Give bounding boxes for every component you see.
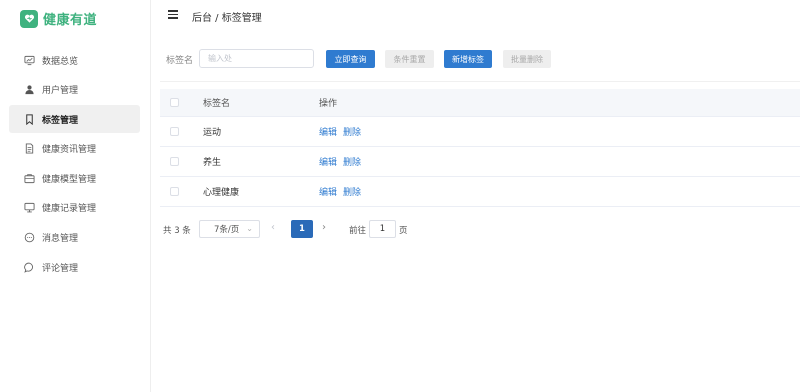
sidebar-item-comments[interactable]: 评论管理 bbox=[9, 253, 140, 281]
monitor-icon bbox=[23, 202, 35, 214]
delete-link[interactable]: 删除 bbox=[343, 188, 361, 198]
chevron-left-icon[interactable]: ‹ bbox=[271, 222, 275, 233]
column-header-actions: 操作 bbox=[319, 99, 338, 109]
sidebar-item-label: 健康模型管理 bbox=[42, 174, 97, 185]
sidebar-item-health-news[interactable]: 健康资讯管理 bbox=[9, 135, 140, 163]
user-icon bbox=[23, 84, 35, 96]
page-unit-label: 页 bbox=[399, 226, 408, 236]
edit-link[interactable]: 编辑 bbox=[319, 158, 337, 168]
sidebar-item-health-records[interactable]: 健康记录管理 bbox=[9, 194, 140, 222]
sidebar-item-label: 消息管理 bbox=[42, 234, 79, 245]
sidebar-item-label: 标签管理 bbox=[42, 115, 79, 126]
app-root: 健康有道 数据总览 用户管理 标签管理 健康资讯管理 健康模型管理 健康记录管理… bbox=[0, 0, 800, 392]
sidebar-item-tags[interactable]: 标签管理 bbox=[9, 105, 140, 134]
column-header-tag-name: 标签名 bbox=[203, 99, 231, 109]
breadcrumb: 后台 / 标签管理 bbox=[192, 13, 262, 24]
page-number-current[interactable]: 1 bbox=[291, 220, 313, 238]
sidebar-item-label: 健康记录管理 bbox=[42, 204, 97, 215]
message-dots-icon bbox=[23, 232, 35, 244]
monitor-chart-icon bbox=[23, 54, 35, 66]
table-row: 心理健康 编辑 删除 bbox=[160, 177, 800, 207]
sidebar: 健康有道 数据总览 用户管理 标签管理 健康资讯管理 健康模型管理 健康记录管理… bbox=[0, 0, 151, 392]
batch-delete-button[interactable]: 批量删除 bbox=[503, 50, 551, 68]
chevron-down-icon: ⌄ bbox=[246, 224, 253, 233]
sidebar-item-health-models[interactable]: 健康模型管理 bbox=[9, 164, 140, 192]
tag-name-label: 标签名 bbox=[166, 56, 194, 66]
delete-link[interactable]: 删除 bbox=[343, 128, 361, 138]
actions-cell: 编辑 删除 bbox=[319, 185, 367, 198]
logo: 健康有道 bbox=[20, 9, 97, 28]
sidebar-item-label: 评论管理 bbox=[42, 263, 79, 274]
edit-link[interactable]: 编辑 bbox=[319, 188, 337, 198]
sidebar-item-users[interactable]: 用户管理 bbox=[9, 76, 140, 104]
row-checkbox[interactable] bbox=[170, 127, 179, 136]
heart-shield-icon bbox=[20, 9, 38, 28]
table-row: 运动 编辑 删除 bbox=[160, 117, 800, 147]
tag-table: 标签名 操作 运动 编辑 删除 养生 编辑 删除 心理健康 编辑 删除 bbox=[160, 89, 800, 207]
goto-page-input[interactable] bbox=[369, 220, 396, 238]
folder-icon bbox=[23, 172, 35, 184]
table-row: 养生 编辑 删除 bbox=[160, 147, 800, 177]
bookmark-icon bbox=[23, 113, 35, 125]
edit-link[interactable]: 编辑 bbox=[319, 128, 337, 138]
tag-name-cell: 心理健康 bbox=[203, 188, 240, 198]
row-checkbox[interactable] bbox=[170, 187, 179, 196]
delete-link[interactable]: 删除 bbox=[343, 158, 361, 168]
sidebar-item-label: 健康资讯管理 bbox=[42, 145, 97, 156]
page-size-select[interactable]: 7条/页 ⌄ bbox=[199, 220, 260, 238]
sidebar-item-overview[interactable]: 数据总览 bbox=[9, 46, 140, 74]
query-button[interactable]: 立即查询 bbox=[326, 50, 375, 68]
reset-button[interactable]: 条件重置 bbox=[385, 50, 434, 68]
page-size-value: 7条/页 bbox=[214, 225, 240, 235]
select-all-checkbox[interactable] bbox=[170, 98, 179, 107]
tag-name-input[interactable] bbox=[199, 49, 314, 68]
document-icon bbox=[23, 143, 35, 155]
add-tag-button[interactable]: 新增标签 bbox=[444, 50, 492, 68]
top-header: 后台 / 标签管理 bbox=[151, 0, 800, 32]
sidebar-menu: 数据总览 用户管理 标签管理 健康资讯管理 健康模型管理 健康记录管理 消息管理… bbox=[9, 46, 140, 283]
app-title: 健康有道 bbox=[43, 13, 98, 28]
table-header: 标签名 操作 bbox=[160, 89, 800, 117]
menu-toggle-icon[interactable] bbox=[168, 10, 178, 19]
tag-name-cell: 运动 bbox=[203, 128, 222, 138]
goto-label: 前往 bbox=[349, 226, 367, 236]
sidebar-item-label: 数据总览 bbox=[42, 56, 79, 67]
chevron-right-icon[interactable]: › bbox=[322, 222, 326, 233]
sidebar-item-label: 用户管理 bbox=[42, 86, 79, 97]
search-bar: 标签名 立即查询 条件重置 新增标签 批量删除 bbox=[151, 48, 800, 70]
total-count: 共 3 条 bbox=[163, 226, 191, 236]
pagination: 共 3 条 7条/页 ⌄ ‹ 1 › 前往 页 bbox=[151, 220, 800, 238]
actions-cell: 编辑 删除 bbox=[319, 125, 367, 138]
actions-cell: 编辑 删除 bbox=[319, 155, 367, 168]
sidebar-item-messages[interactable]: 消息管理 bbox=[9, 224, 140, 252]
tag-name-cell: 养生 bbox=[203, 158, 222, 168]
comment-icon bbox=[23, 261, 35, 273]
row-checkbox[interactable] bbox=[170, 157, 179, 166]
divider bbox=[160, 81, 800, 82]
